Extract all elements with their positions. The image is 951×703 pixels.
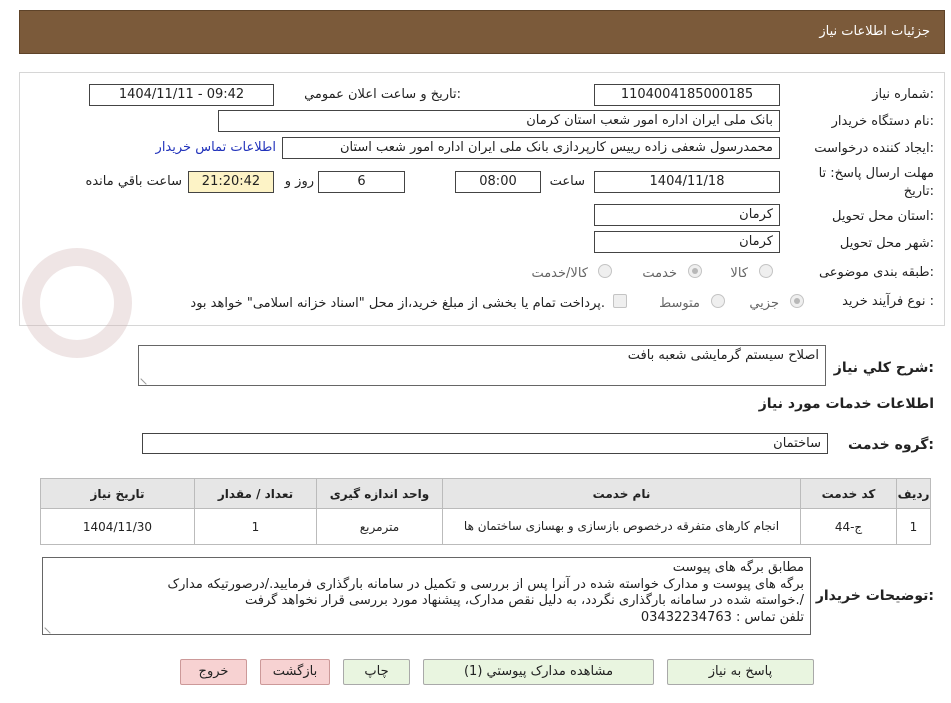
- category-option-goods: کالا: [730, 266, 748, 281]
- cell-code: ج-44: [800, 508, 897, 545]
- remaining-label: ساعت باقي مانده: [85, 174, 182, 189]
- category-radio-goods[interactable]: [759, 264, 773, 278]
- deadline-date-field: 1404/11/18: [594, 171, 780, 193]
- creator-field: محمدرسول شعفی زاده رییس کارپردازی بانک م…: [282, 137, 780, 159]
- announce-label: تاریخ و ساعت اعلان عمومي:: [304, 87, 461, 102]
- category-label: طبقه بندی موضوعی:: [818, 265, 934, 280]
- need-number-field: 1104004185000185: [594, 84, 780, 106]
- page-header: جزئیات اطلاعات نیاز: [19, 10, 945, 54]
- summary-textarea: اصلاح سیستم گرمایشی شعبه بافت: [138, 345, 826, 386]
- services-title: اطلاعات خدمات مورد نیاز: [758, 396, 934, 412]
- table-header-row: ردیف کد خدمت نام خدمت واحد اندازه گیری ت…: [40, 478, 931, 509]
- buyer-notes-line: برگه های پیوست و مدارک خواسته شده در آنر…: [167, 576, 804, 592]
- col-date: تاریخ نیاز: [40, 478, 195, 509]
- col-unit: واحد اندازه گیری: [316, 478, 443, 509]
- service-group-field: ساختمان: [142, 433, 828, 454]
- buyer-notes-label: توضیحات خریدار:: [815, 588, 934, 604]
- remaining-time-field: 21:20:42: [188, 171, 274, 193]
- category-option-goods-service: کالا/خدمت: [531, 266, 588, 281]
- treasury-checkbox[interactable]: [613, 294, 627, 308]
- services-table: ردیف کد خدمت نام خدمت واحد اندازه گیری ت…: [40, 478, 931, 545]
- category-radio-goods-service[interactable]: [598, 264, 612, 278]
- resize-handle-icon: [140, 373, 152, 385]
- buyer-label: نام دستگاه خريدار:: [831, 114, 934, 129]
- need-number-label: شماره نیاز:: [872, 87, 934, 102]
- page-title: جزئیات اطلاعات نیاز: [819, 24, 930, 39]
- col-row: ردیف: [896, 478, 931, 509]
- col-name: نام خدمت: [442, 478, 801, 509]
- table-row: 1 ج-44 انجام کارهای متفرقه درخصوص بازساز…: [40, 508, 931, 545]
- city-field: کرمان: [594, 231, 780, 253]
- city-label: شهر محل تحویل:: [839, 236, 934, 251]
- deadline-label: مهلت ارسال پاسخ: تا: [818, 166, 934, 181]
- province-label: استان محل تحویل:: [832, 209, 934, 224]
- exit-button[interactable]: خروج: [180, 659, 247, 685]
- buyer-notes-line: خواسته شده در سامانه بارگذاری نگردد، به …: [244, 593, 804, 608]
- days-field: 6: [318, 171, 405, 193]
- payment-note: پرداخت تمام یا بخشی از مبلغ خرید،از محل …: [190, 296, 605, 311]
- buyer-field: بانک ملی ایران اداره امور شعب استان کرما…: [218, 110, 780, 132]
- summary-text: اصلاح سیستم گرمایشی شعبه بافت: [627, 348, 819, 363]
- col-code: کد خدمت: [800, 478, 897, 509]
- buyer-notes-line: تلفن تماس : 03432234763: [640, 609, 804, 625]
- view-attachments-button[interactable]: مشاهده مدارک پیوستي (1): [423, 659, 654, 685]
- buyer-notes-line: مطابق برگه های پیوست: [672, 560, 804, 575]
- process-label: نوع فرآیند خرید :: [842, 294, 934, 309]
- buyer-contact-link[interactable]: اطلاعات تماس خریدار: [156, 140, 276, 155]
- col-qty: تعداد / مقدار: [194, 478, 317, 509]
- reply-button[interactable]: پاسخ به نیاز: [667, 659, 814, 685]
- days-label: روز و: [284, 174, 314, 189]
- announce-field: 1404/11/11 - 09:42: [89, 84, 274, 106]
- cell-row: 1: [896, 508, 931, 545]
- cell-qty: 1: [194, 508, 317, 545]
- cell-date: 1404/11/30: [40, 508, 195, 545]
- print-button[interactable]: چاپ: [343, 659, 410, 685]
- buyer-notes-textarea: مطابق برگه های پیوست برگه های پیوست و مد…: [42, 557, 811, 635]
- cell-name: انجام کارهای متفرقه درخصوص بازسازی و بهس…: [442, 508, 801, 545]
- deadline-label-date: تاریخ:: [903, 184, 934, 199]
- process-option-minor: جزیي: [749, 296, 779, 311]
- category-radio-service[interactable]: [688, 264, 702, 278]
- back-button[interactable]: بازگشت: [260, 659, 330, 685]
- summary-label: شرح کلي نیاز:: [833, 360, 934, 376]
- process-option-medium: متوسط: [659, 296, 700, 311]
- deadline-time-label: ساعت: [549, 174, 585, 189]
- service-group-label: گروه خدمت:: [848, 437, 934, 453]
- deadline-time-field: 08:00: [455, 171, 541, 193]
- creator-label: ایجاد کننده درخواست:: [814, 141, 934, 156]
- process-radio-minor[interactable]: [790, 294, 804, 308]
- province-field: کرمان: [594, 204, 780, 226]
- process-radio-medium[interactable]: [711, 294, 725, 308]
- category-option-service: خدمت: [642, 266, 677, 281]
- cell-unit: مترمربع: [316, 508, 443, 545]
